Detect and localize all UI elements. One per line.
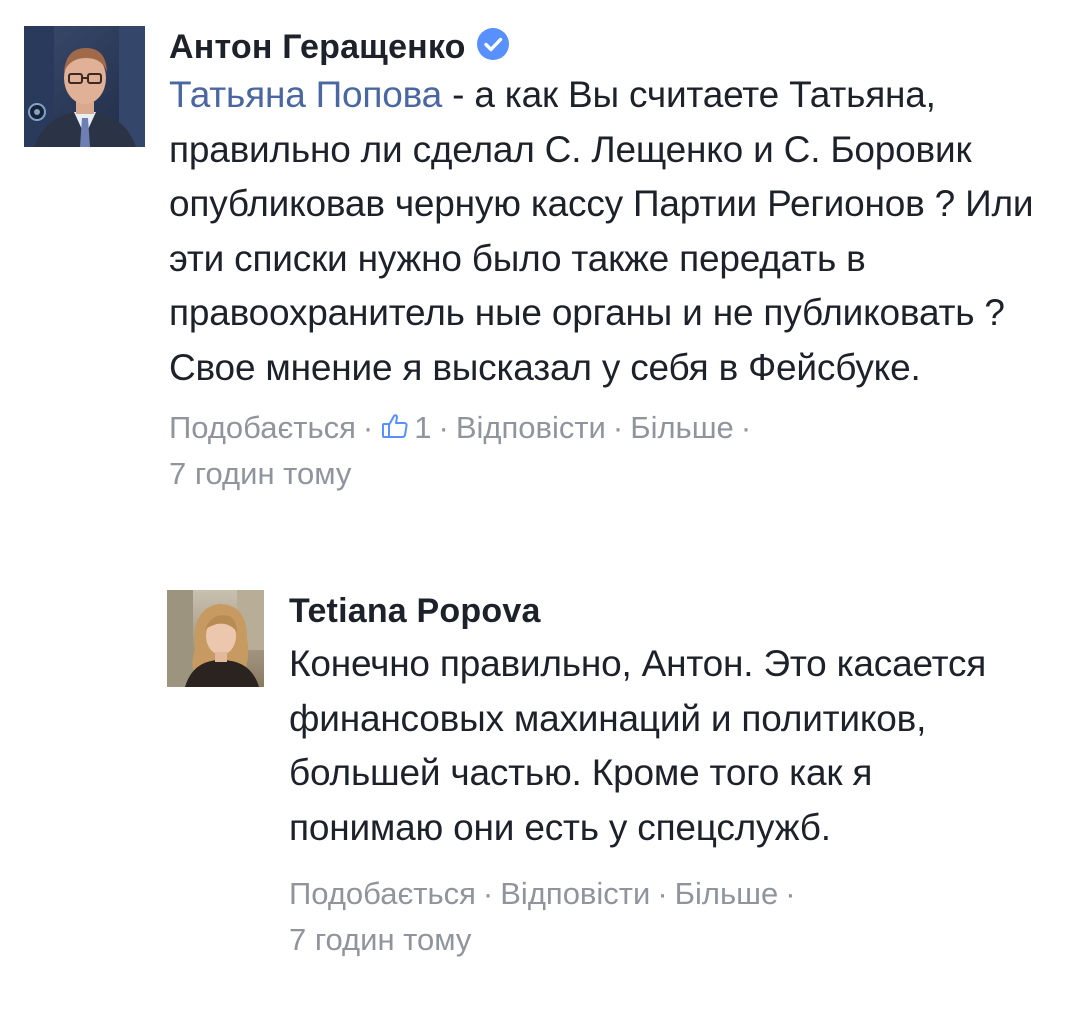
separator: · (362, 410, 374, 445)
reply-comment: Tetiana Popova Конечно правильно, Антон.… (167, 590, 1067, 961)
reply-author[interactable]: Tetiana Popova (289, 592, 541, 631)
separator: · (482, 876, 494, 911)
comment-text: Татьяна Попова - а как Вы считаете Татья… (169, 68, 1059, 395)
comment-body: - а как Вы считаете Татьяна, правильно л… (169, 74, 1034, 388)
avatar-tetiana[interactable] (167, 590, 264, 687)
comment-author[interactable]: Антон Геращенко (169, 28, 466, 67)
separator: · (740, 410, 752, 445)
comment-actions: Подобається · 1 · Відповісти · Більше · (169, 405, 1059, 451)
verified-badge-icon (476, 28, 509, 60)
profile-photo-icon (167, 590, 264, 687)
reply-button[interactable]: Відповісти (500, 871, 650, 917)
comment-timestamp[interactable]: 7 годин тому (169, 453, 1059, 495)
like-button[interactable]: Подобається (169, 405, 356, 451)
thumbs-up-icon[interactable] (380, 411, 410, 441)
separator: · (438, 410, 449, 445)
reply-timestamp[interactable]: 7 годин тому (289, 919, 1019, 961)
more-button[interactable]: Більше (675, 871, 779, 917)
more-button[interactable]: Більше (630, 405, 734, 451)
reply-button[interactable]: Відповісти (456, 405, 606, 451)
like-count[interactable]: 1 (414, 405, 431, 451)
separator: · (657, 876, 668, 911)
reply-actions: Подобається · Відповісти · Більше · (289, 871, 1019, 917)
profile-photo-icon (24, 26, 145, 147)
separator: · (612, 410, 624, 445)
comment: Антон Геращенко Татьяна Попова - а как В… (24, 26, 1074, 495)
separator: · (785, 876, 796, 911)
like-button[interactable]: Подобається (289, 871, 476, 917)
avatar-anton[interactable] (24, 26, 145, 147)
mention-link[interactable]: Татьяна Попова (169, 74, 442, 115)
reply-text: Конечно правильно, Антон. Это касается ф… (289, 643, 987, 848)
